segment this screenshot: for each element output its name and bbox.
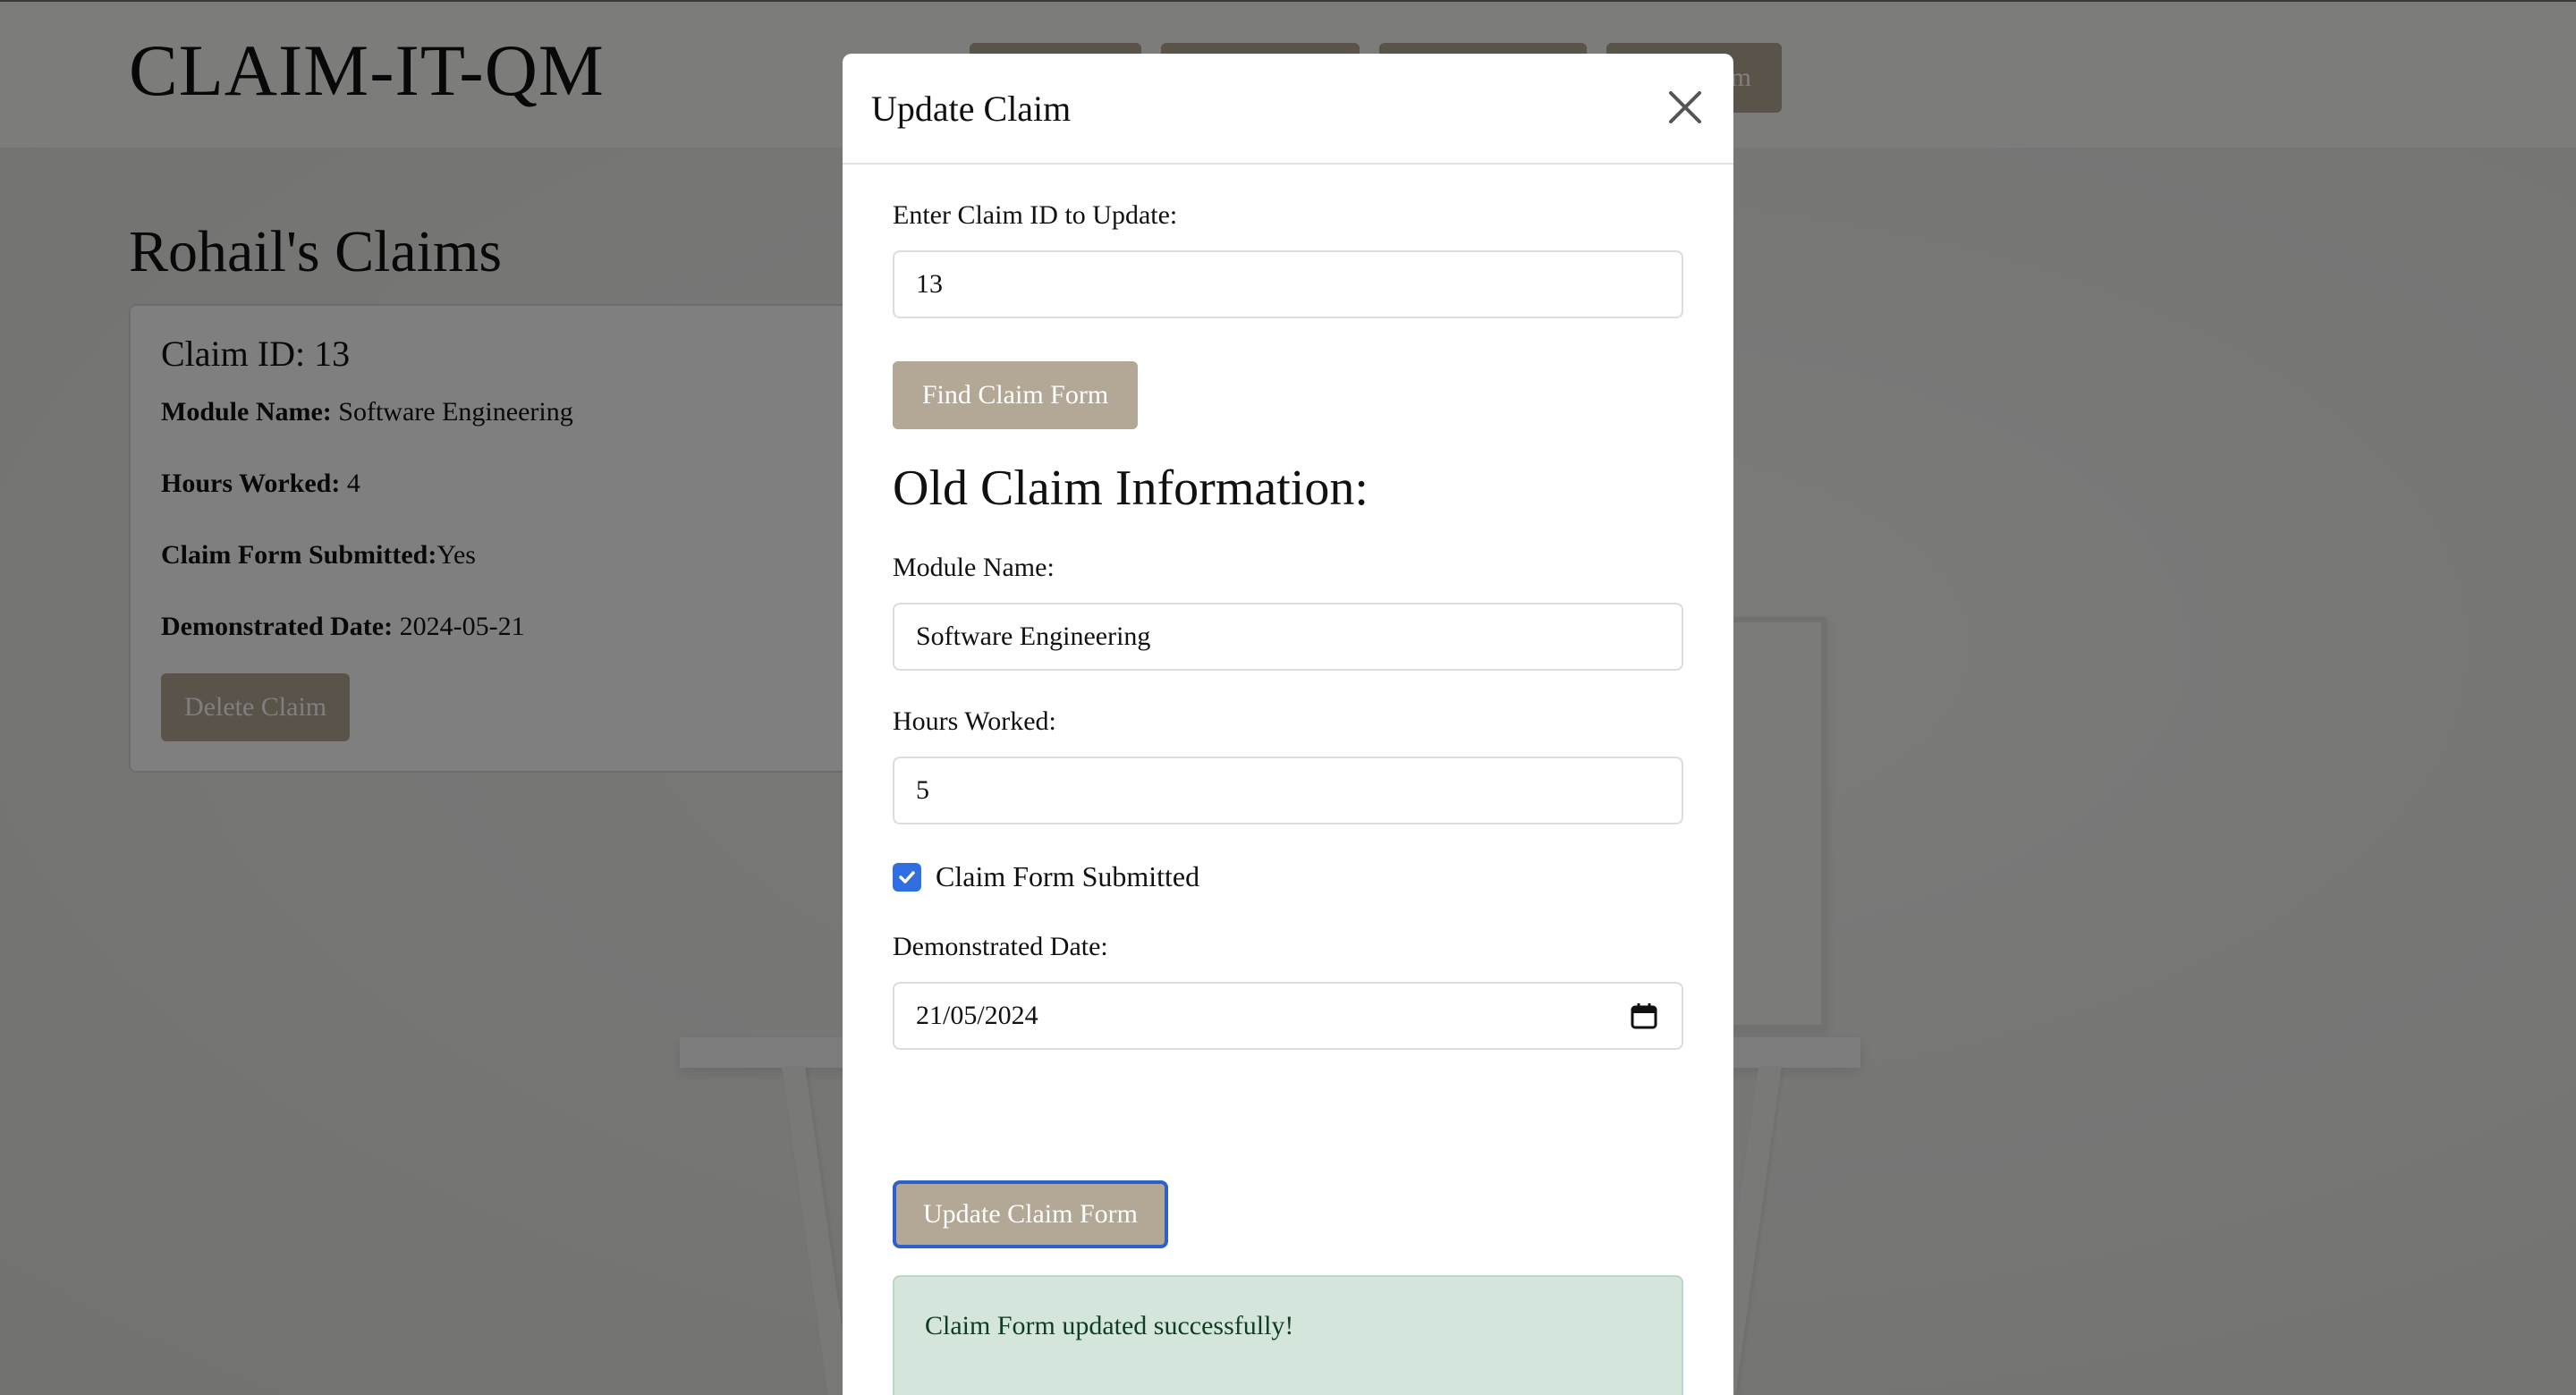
claim-submitted-checkbox[interactable] — [893, 862, 921, 892]
modal-header: Update Claim — [843, 54, 1733, 165]
module-name-label: Module Name: — [893, 553, 1055, 582]
claim-submitted-row: Claim Form Submitted — [893, 860, 1199, 893]
claim-id-input[interactable] — [893, 250, 1683, 318]
demonstrated-date-label: Demonstrated Date: — [893, 932, 1108, 961]
module-name-input[interactable] — [893, 603, 1683, 671]
demonstrated-date-field — [893, 982, 1683, 1050]
demonstrated-date-input[interactable] — [893, 982, 1683, 1050]
find-claim-form-button[interactable]: Find Claim Form — [893, 361, 1138, 429]
success-alert: Claim Form updated successfully! — [893, 1275, 1683, 1395]
update-claim-form-button[interactable]: Update Claim Form — [893, 1180, 1168, 1248]
hours-worked-input[interactable] — [893, 757, 1683, 824]
checkmark-icon — [899, 870, 915, 884]
claim-submitted-label: Claim Form Submitted — [936, 860, 1200, 892]
claim-id-label: Enter Claim ID to Update: — [893, 200, 1178, 230]
modal-title: Update Claim — [871, 89, 1072, 129]
close-icon — [1669, 91, 1701, 123]
calendar-icon[interactable] — [1630, 1002, 1658, 1030]
update-claim-modal: Update Claim Enter Claim ID to Update: F… — [843, 54, 1733, 1395]
hours-worked-label: Hours Worked: — [893, 706, 1056, 736]
close-button[interactable] — [1658, 80, 1712, 134]
old-claim-info-title: Old Claim Information: — [893, 461, 1368, 516]
